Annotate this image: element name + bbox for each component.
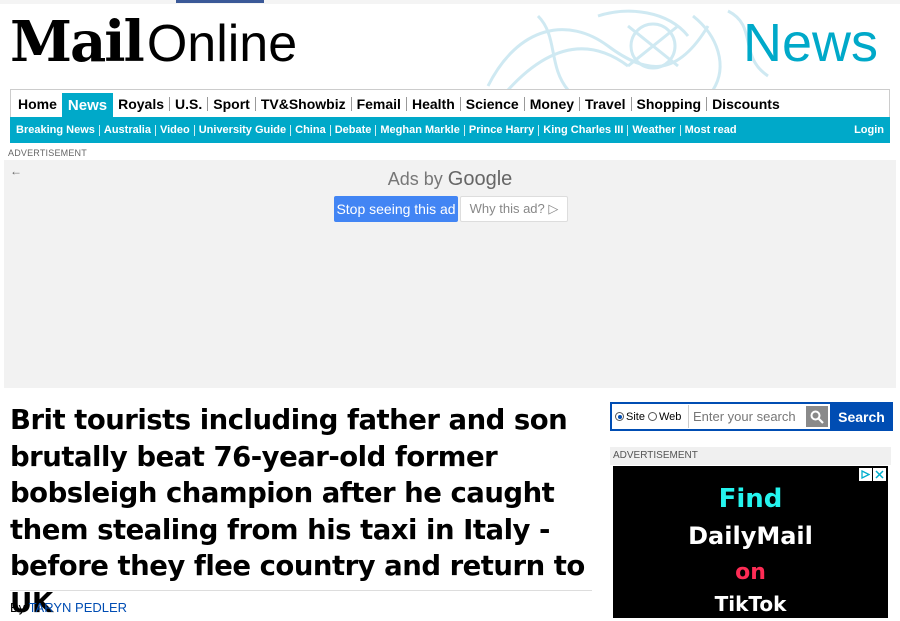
nav-item-royals[interactable]: Royals bbox=[113, 90, 170, 117]
subnav-item-label: University Guide bbox=[198, 124, 287, 136]
nav-item-label: U.S. bbox=[175, 95, 203, 112]
ad-label-side: ADVERTISEMENT bbox=[610, 447, 891, 465]
subnav-item-label: Most read bbox=[684, 124, 737, 136]
browser-top-strip bbox=[0, 0, 900, 4]
subnav-item-china[interactable]: China bbox=[291, 117, 331, 143]
ads-by-text: Ads by bbox=[387, 169, 443, 189]
nav-item-label: Sport bbox=[213, 95, 250, 112]
subnav-item-most-read[interactable]: Most read bbox=[681, 117, 741, 143]
logo-mail-text: Mail bbox=[10, 9, 145, 75]
secondary-nav: Breaking News Australia Video University Gu… bbox=[10, 117, 890, 143]
nav-item-health[interactable]: Health bbox=[407, 90, 461, 117]
site-radio-dot[interactable] bbox=[615, 412, 624, 421]
ad-line-4: TikTok bbox=[714, 592, 787, 616]
subnav-item-australia[interactable]: Australia bbox=[100, 117, 156, 143]
logo-online-text: Online bbox=[146, 15, 298, 73]
nav-item-label: Femail bbox=[356, 95, 401, 112]
nav-item-label: News bbox=[67, 97, 108, 114]
subnav-item-label: Australia bbox=[103, 124, 151, 136]
why-this-ad-button[interactable]: Why this ad? ▷ bbox=[460, 196, 568, 222]
close-icon[interactable] bbox=[873, 468, 886, 481]
web-radio[interactable]: Web bbox=[647, 410, 682, 423]
adchoices-icon[interactable] bbox=[859, 468, 872, 481]
nav-item-discounts[interactable]: Discounts bbox=[707, 90, 785, 117]
article-headline: Brit tourists including father and son b… bbox=[10, 404, 585, 619]
subnav-item-label: Video bbox=[159, 124, 190, 136]
headline-divider bbox=[10, 590, 592, 591]
site-radio-label: Site bbox=[626, 410, 645, 423]
nav-item-label: TV&Showbiz bbox=[260, 95, 346, 112]
search-input[interactable]: Enter your search bbox=[688, 405, 808, 428]
site-radio[interactable]: Site bbox=[615, 411, 645, 423]
nav-item-label: Shopping bbox=[636, 95, 702, 112]
nav-item-science[interactable]: Science bbox=[461, 90, 525, 117]
web-radio-label: Web bbox=[658, 410, 682, 423]
nav-item-femail[interactable]: Femail bbox=[352, 90, 407, 117]
web-radio-dot[interactable] bbox=[647, 412, 657, 421]
byline-prefix: By bbox=[10, 600, 26, 615]
primary-nav: Home News Royals U.S. Sport TV&Showbiz Femail H… bbox=[10, 89, 890, 118]
nav-item-label: Money bbox=[529, 95, 575, 112]
google-wordmark: Google bbox=[447, 168, 513, 190]
site-logo[interactable]: MailOnline bbox=[10, 10, 297, 74]
tiktok-ad[interactable]: Find DailyMail on TikTok bbox=[613, 466, 888, 618]
ads-by-google: Ads by Google bbox=[4, 168, 896, 191]
nav-item-home[interactable]: Home bbox=[13, 90, 62, 117]
nav-item-label: Discounts bbox=[712, 95, 780, 112]
subnav-item-university-guide[interactable]: University Guide bbox=[195, 117, 291, 143]
byline: By TARYN PEDLER bbox=[10, 600, 127, 615]
nav-item-label: Science bbox=[465, 95, 519, 112]
nav-item-label: Home bbox=[18, 95, 57, 112]
ad-choices[interactable] bbox=[859, 468, 886, 481]
subnav-item-label: Meghan Markle bbox=[380, 124, 460, 136]
login-link[interactable]: Login bbox=[854, 117, 884, 143]
subnav-item-label: Breaking News bbox=[16, 124, 95, 136]
nav-item-label: Health bbox=[411, 95, 455, 112]
nav-item-u-s-[interactable]: U.S. bbox=[170, 90, 208, 117]
subnav-item-label: Prince Harry bbox=[468, 124, 535, 136]
subnav-item-label: China bbox=[295, 124, 326, 136]
nav-item-shopping[interactable]: Shopping bbox=[632, 90, 708, 117]
nav-item-money[interactable]: Money bbox=[525, 90, 580, 117]
subnav-item-video[interactable]: Video bbox=[156, 117, 195, 143]
subnav-item-breaking-news[interactable]: Breaking News bbox=[12, 117, 100, 143]
ad-line-1: Find bbox=[718, 484, 783, 514]
nav-item-label: Royals bbox=[118, 95, 165, 112]
subnav-item-meghan-markle[interactable]: Meghan Markle bbox=[376, 117, 464, 143]
search-icon[interactable] bbox=[806, 406, 828, 427]
subnav-item-label: Debate bbox=[334, 124, 372, 136]
subnav-item-label: Weather bbox=[632, 124, 676, 136]
search-button[interactable]: Search bbox=[830, 402, 893, 431]
subnav-item-weather[interactable]: Weather bbox=[628, 117, 680, 143]
site-header: MailOnline News bbox=[8, 6, 892, 92]
subnav-item-prince-harry[interactable]: Prince Harry bbox=[465, 117, 539, 143]
search-box: Site Web Enter your search Search bbox=[610, 402, 893, 431]
section-title: News bbox=[742, 13, 878, 73]
subnav-item-king-charles-iii[interactable]: King Charles III bbox=[539, 117, 628, 143]
nav-item-news[interactable]: News bbox=[61, 93, 114, 118]
ad-label-top: ADVERTISEMENT bbox=[8, 148, 87, 158]
facebook-strip bbox=[176, 0, 264, 3]
top-ad: ← Ads by Google Stop seeing this ad Why … bbox=[4, 160, 896, 388]
nav-item-tv-showbiz[interactable]: TV&Showbiz bbox=[256, 90, 352, 117]
nav-item-travel[interactable]: Travel bbox=[580, 90, 631, 117]
ad-line-3: on bbox=[735, 560, 766, 585]
stop-seeing-ad-button[interactable]: Stop seeing this ad bbox=[334, 196, 458, 222]
author-link[interactable]: TARYN PEDLER bbox=[29, 600, 128, 615]
nav-item-label: Travel bbox=[585, 95, 626, 112]
subnav-item-label: King Charles III bbox=[543, 124, 624, 136]
subnav-item-debate[interactable]: Debate bbox=[331, 117, 377, 143]
ad-line-2: DailyMail bbox=[688, 522, 813, 550]
nav-item-sport[interactable]: Sport bbox=[208, 90, 256, 117]
